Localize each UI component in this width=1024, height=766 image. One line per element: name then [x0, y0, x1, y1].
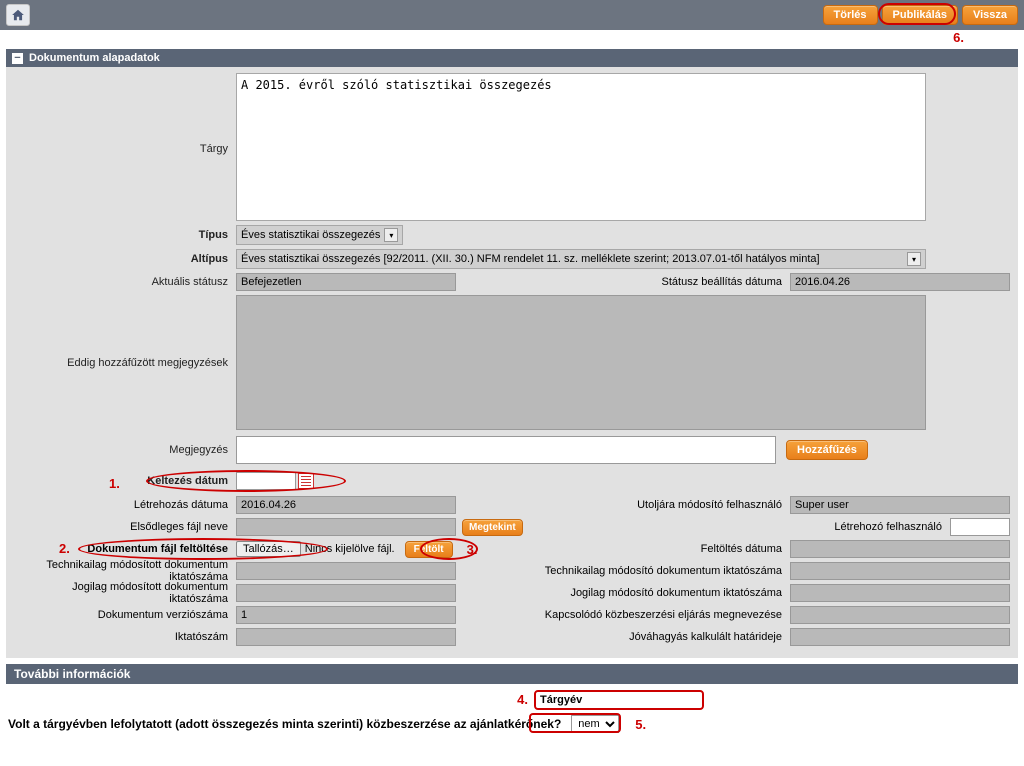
annotation-4: 4. — [517, 692, 528, 707]
calendar-icon[interactable] — [298, 473, 314, 489]
label-kapcsolodo: Kapcsolódó közbeszerzési eljárás megneve… — [494, 609, 790, 621]
verzio-value: 1 — [236, 606, 456, 624]
label-letrehozo-felhasznalo: Létrehozó felhasználó — [523, 521, 950, 533]
annotation-6: 6. — [953, 30, 964, 45]
nincs-fajl-text: Nincs kijelölve fájl. — [305, 543, 395, 555]
kerdonek-select[interactable]: nem — [571, 715, 619, 733]
label-targy: Tárgy — [14, 73, 236, 155]
altipus-select[interactable]: Éves statisztikai összegezés [92/2011. (… — [236, 249, 926, 269]
label-verzio: Dokumentum verziószáma — [14, 609, 236, 621]
annotation-1: 1. — [109, 476, 120, 491]
iktatoszam-value — [236, 628, 456, 646]
annotation-2: 2. — [59, 541, 70, 556]
aktualis-statusz-value: Befejezetlen — [236, 273, 456, 291]
tech-modositott-value — [236, 562, 456, 580]
label-letrehozas-datum: Létrehozás dátuma — [14, 499, 236, 511]
annotation-5: 5. — [635, 717, 646, 732]
tallozas-button[interactable]: Tallózás… — [236, 541, 301, 557]
megjegyzes-textarea[interactable] — [236, 436, 776, 464]
back-button[interactable]: Vissza — [962, 5, 1018, 25]
keltezes-datum-input[interactable] — [236, 472, 296, 490]
label-iktatoszam: Iktatószám — [14, 631, 236, 643]
label-modosito-felhasznalo: Utoljára módosító felhasználó — [494, 499, 790, 511]
feltolt-button[interactable]: Feltölt — [405, 541, 453, 558]
jog-modositott-value — [236, 584, 456, 602]
collapse-icon: − — [12, 53, 23, 64]
eddig-megjegyzesek-textarea — [236, 295, 926, 430]
label-megjegyzes: Megjegyzés — [14, 444, 236, 456]
label-eddig-megjegyzesek: Eddig hozzáfűzött megjegyzések — [14, 357, 236, 369]
label-feltoltes-datum: Feltöltés dátuma — [494, 543, 790, 555]
label-altipus: Altípus — [191, 253, 228, 265]
tipus-value: Éves statisztikai összegezés — [241, 229, 380, 241]
label-jog-modosito: Jogilag módosító dokumentum iktatószáma — [494, 587, 790, 599]
letrehozo-felhasznalo-value — [950, 518, 1010, 536]
label-elsodleges-fajl: Elsődleges fájl neve — [14, 521, 236, 533]
publish-button[interactable]: Publikálás — [882, 5, 958, 25]
question-text: Volt a tárgyévben lefolytatott (adott ös… — [8, 717, 561, 731]
panel-title: Dokumentum alapadatok — [29, 52, 160, 64]
panel-header-tovabbi: További információk — [6, 664, 1018, 684]
feltoltes-datum-value — [790, 540, 1010, 558]
delete-button[interactable]: Törlés — [823, 5, 878, 25]
label-jovahagyas: Jóváhagyás kalkulált határideje — [494, 631, 790, 643]
kapcsolodo-value — [790, 606, 1010, 624]
label-statusz-datum: Státusz beállítás dátuma — [456, 276, 790, 288]
annotation-3: 3. — [467, 542, 478, 557]
hozzafuzes-button[interactable]: Hozzáfűzés — [786, 440, 868, 460]
label-jog-modositott: Jogilag módosított dokumentum iktatószám… — [14, 581, 236, 605]
label-aktualis-statusz: Aktuális státusz — [14, 276, 236, 288]
label-keltezes-datum: Keltezés dátum — [147, 475, 228, 487]
megtekint-button[interactable]: Megtekint — [462, 519, 523, 536]
label-tech-modositott: Technikailag módosított dokumentum iktat… — [14, 559, 236, 583]
targy-textarea[interactable] — [236, 73, 926, 221]
letrehozas-datum-value: 2016.04.26 — [236, 496, 456, 514]
jog-modosito-value — [790, 584, 1010, 602]
label-tipus: Típus — [199, 229, 228, 241]
altipus-value: Éves statisztikai összegezés [92/2011. (… — [241, 253, 820, 265]
jovahagyas-value — [790, 628, 1010, 646]
home-icon — [11, 8, 25, 22]
label-tech-modosito: Technikailag módosító dokumentum iktatós… — [494, 565, 790, 577]
label-fajl-feltoltes: Dokumentum fájl feltöltése — [87, 543, 228, 555]
label-targyev: Tárgyév — [540, 694, 582, 706]
tech-modosito-value — [790, 562, 1010, 580]
modosito-felhasznalo-value: Super user — [790, 496, 1010, 514]
home-icon-button[interactable] — [6, 4, 30, 26]
tipus-select[interactable]: Éves statisztikai összegezés ▾ — [236, 225, 403, 245]
elsodleges-fajl-value — [236, 518, 456, 536]
chevron-down-icon: ▾ — [384, 228, 398, 242]
statusz-datum-value: 2016.04.26 — [790, 273, 1010, 291]
chevron-down-icon: ▾ — [907, 252, 921, 266]
panel-header-alapadatok[interactable]: − Dokumentum alapadatok — [6, 49, 1018, 67]
